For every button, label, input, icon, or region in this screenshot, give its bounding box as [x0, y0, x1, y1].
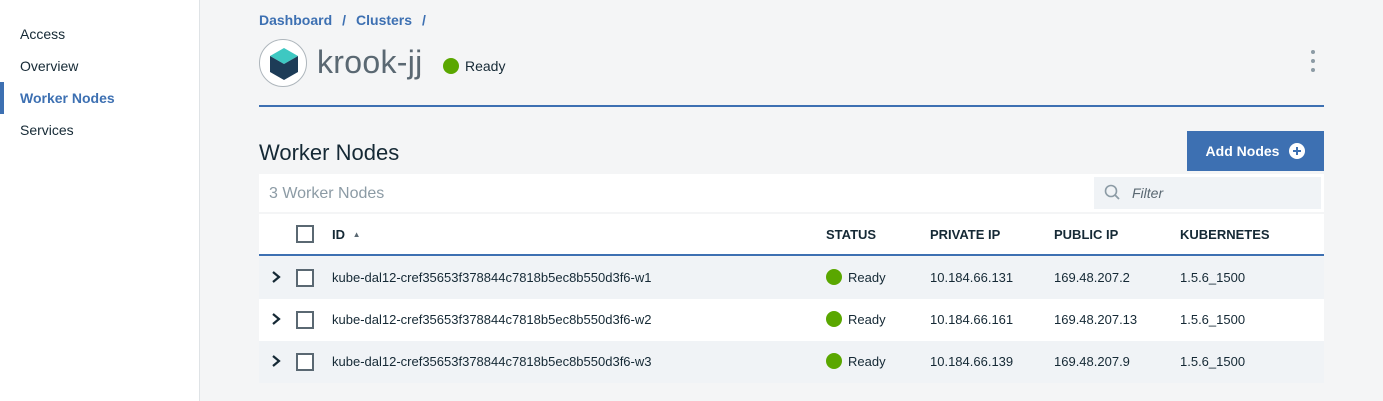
breadcrumb-separator: / — [422, 12, 426, 28]
cluster-status-label: Ready — [465, 58, 506, 74]
column-header-private-ip[interactable]: PRIVATE IP — [930, 227, 1000, 242]
row-checkbox[interactable] — [296, 269, 314, 287]
cluster-status: Ready — [443, 58, 505, 74]
page-title: krook-jj — [317, 44, 423, 80]
row-status: Ready — [826, 311, 886, 327]
filter-box[interactable] — [1094, 177, 1321, 209]
sidebar-item-worker-nodes[interactable]: Worker Nodes — [0, 82, 199, 114]
row-id: kube-dal12-cref35653f378844c7818b5ec8b55… — [332, 312, 652, 327]
status-ready-icon — [826, 269, 842, 285]
sidebar-item-services[interactable]: Services — [0, 114, 199, 146]
search-icon — [1104, 184, 1120, 200]
table-header: ID ▲ STATUS PRIVATE IP PUBLIC IP KUBERNE… — [259, 214, 1324, 256]
row-checkbox[interactable] — [296, 311, 314, 329]
breadcrumb-dashboard[interactable]: Dashboard — [259, 12, 332, 28]
status-ready-icon — [443, 58, 459, 74]
table-row[interactable]: kube-dal12-cref35653f378844c7818b5ec8b55… — [259, 299, 1324, 341]
breadcrumb: Dashboard / Clusters / — [259, 12, 436, 28]
row-private-ip: 10.184.66.131 — [930, 270, 1014, 285]
sidebar-item-overview[interactable]: Overview — [0, 50, 199, 82]
sort-ascending-icon: ▲ — [352, 230, 361, 239]
row-status: Ready — [826, 353, 886, 369]
row-private-ip: 10.184.66.161 — [930, 312, 1014, 327]
overflow-menu-icon[interactable] — [1305, 50, 1321, 76]
table-row[interactable]: kube-dal12-cref35653f378844c7818b5ec8b55… — [259, 257, 1324, 299]
chevron-right-icon[interactable] — [269, 353, 283, 369]
filter-input[interactable] — [1132, 185, 1312, 201]
add-circle-icon — [1289, 143, 1306, 159]
column-header-public-ip[interactable]: PUBLIC IP — [1054, 227, 1118, 242]
status-ready-icon — [826, 311, 842, 327]
column-header-status[interactable]: STATUS — [826, 227, 876, 242]
row-public-ip: 169.48.207.2 — [1054, 270, 1130, 285]
row-public-ip: 169.48.207.9 — [1054, 354, 1130, 369]
row-kubernetes: 1.5.6_1500 — [1180, 312, 1246, 327]
worker-count-label: 3 Worker Nodes — [269, 185, 385, 202]
row-kubernetes: 1.5.6_1500 — [1180, 354, 1246, 369]
row-id: kube-dal12-cref35653f378844c7818b5ec8b55… — [332, 354, 652, 369]
table-toolbar: 3 Worker Nodes — [259, 174, 1324, 212]
row-status: Ready — [826, 269, 886, 285]
add-nodes-label: Add Nodes — [1205, 143, 1280, 159]
chevron-right-icon[interactable] — [269, 311, 283, 327]
row-kubernetes: 1.5.6_1500 — [1180, 270, 1246, 285]
breadcrumb-separator: / — [342, 12, 347, 28]
breadcrumb-clusters[interactable]: Clusters — [356, 12, 412, 28]
row-id: kube-dal12-cref35653f378844c7818b5ec8b55… — [332, 270, 652, 285]
select-all-checkbox[interactable] — [296, 225, 314, 243]
column-header-id[interactable]: ID ▲ — [332, 227, 361, 242]
cluster-cube-icon — [259, 39, 307, 87]
chevron-right-icon[interactable] — [269, 269, 283, 285]
row-checkbox[interactable] — [296, 353, 314, 371]
status-ready-icon — [826, 353, 842, 369]
header-divider — [259, 105, 1324, 107]
column-header-kubernetes[interactable]: KUBERNETES — [1180, 227, 1270, 242]
row-public-ip: 169.48.207.13 — [1054, 312, 1138, 327]
table-row[interactable]: kube-dal12-cref35653f378844c7818b5ec8b55… — [259, 341, 1324, 383]
add-nodes-button[interactable]: Add Nodes — [1187, 131, 1324, 171]
sidebar-item-access[interactable]: Access — [0, 18, 199, 50]
sidebar: Access Overview Worker Nodes Services — [0, 0, 200, 401]
section-title: Worker Nodes — [259, 140, 400, 165]
row-private-ip: 10.184.66.139 — [930, 354, 1014, 369]
